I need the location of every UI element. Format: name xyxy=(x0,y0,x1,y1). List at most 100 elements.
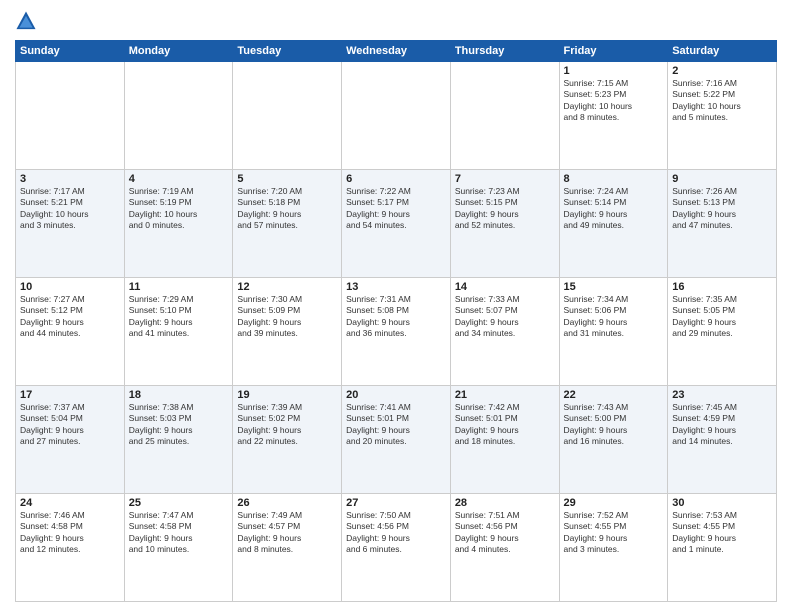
day-cell: 6Sunrise: 7:22 AM Sunset: 5:17 PM Daylig… xyxy=(342,170,451,278)
day-cell xyxy=(16,62,125,170)
day-info: Sunrise: 7:35 AM Sunset: 5:05 PM Dayligh… xyxy=(672,294,772,340)
day-number: 26 xyxy=(237,497,337,509)
day-cell: 18Sunrise: 7:38 AM Sunset: 5:03 PM Dayli… xyxy=(124,386,233,494)
day-cell: 12Sunrise: 7:30 AM Sunset: 5:09 PM Dayli… xyxy=(233,278,342,386)
day-info: Sunrise: 7:27 AM Sunset: 5:12 PM Dayligh… xyxy=(20,294,120,340)
day-cell: 2Sunrise: 7:16 AM Sunset: 5:22 PM Daylig… xyxy=(668,62,777,170)
calendar-table: SundayMondayTuesdayWednesdayThursdayFrid… xyxy=(15,40,777,602)
day-number: 22 xyxy=(564,389,664,401)
day-cell: 19Sunrise: 7:39 AM Sunset: 5:02 PM Dayli… xyxy=(233,386,342,494)
day-number: 25 xyxy=(129,497,229,509)
day-number: 19 xyxy=(237,389,337,401)
day-info: Sunrise: 7:33 AM Sunset: 5:07 PM Dayligh… xyxy=(455,294,555,340)
day-cell: 10Sunrise: 7:27 AM Sunset: 5:12 PM Dayli… xyxy=(16,278,125,386)
day-cell: 27Sunrise: 7:50 AM Sunset: 4:56 PM Dayli… xyxy=(342,494,451,602)
day-number: 20 xyxy=(346,389,446,401)
weekday-header-wednesday: Wednesday xyxy=(342,41,451,62)
week-row-3: 10Sunrise: 7:27 AM Sunset: 5:12 PM Dayli… xyxy=(16,278,777,386)
day-number: 8 xyxy=(564,173,664,185)
logo-icon xyxy=(15,10,37,32)
day-cell xyxy=(233,62,342,170)
day-number: 16 xyxy=(672,281,772,293)
day-info: Sunrise: 7:23 AM Sunset: 5:15 PM Dayligh… xyxy=(455,186,555,232)
day-cell: 20Sunrise: 7:41 AM Sunset: 5:01 PM Dayli… xyxy=(342,386,451,494)
day-cell xyxy=(342,62,451,170)
day-cell: 1Sunrise: 7:15 AM Sunset: 5:23 PM Daylig… xyxy=(559,62,668,170)
day-cell: 8Sunrise: 7:24 AM Sunset: 5:14 PM Daylig… xyxy=(559,170,668,278)
day-cell: 26Sunrise: 7:49 AM Sunset: 4:57 PM Dayli… xyxy=(233,494,342,602)
day-cell: 13Sunrise: 7:31 AM Sunset: 5:08 PM Dayli… xyxy=(342,278,451,386)
day-number: 7 xyxy=(455,173,555,185)
day-number: 17 xyxy=(20,389,120,401)
day-info: Sunrise: 7:30 AM Sunset: 5:09 PM Dayligh… xyxy=(237,294,337,340)
day-number: 4 xyxy=(129,173,229,185)
day-cell: 5Sunrise: 7:20 AM Sunset: 5:18 PM Daylig… xyxy=(233,170,342,278)
day-cell: 30Sunrise: 7:53 AM Sunset: 4:55 PM Dayli… xyxy=(668,494,777,602)
week-row-5: 24Sunrise: 7:46 AM Sunset: 4:58 PM Dayli… xyxy=(16,494,777,602)
day-info: Sunrise: 7:17 AM Sunset: 5:21 PM Dayligh… xyxy=(20,186,120,232)
day-cell: 22Sunrise: 7:43 AM Sunset: 5:00 PM Dayli… xyxy=(559,386,668,494)
day-cell: 7Sunrise: 7:23 AM Sunset: 5:15 PM Daylig… xyxy=(450,170,559,278)
day-info: Sunrise: 7:45 AM Sunset: 4:59 PM Dayligh… xyxy=(672,402,772,448)
logo xyxy=(15,10,39,32)
day-info: Sunrise: 7:49 AM Sunset: 4:57 PM Dayligh… xyxy=(237,510,337,556)
day-info: Sunrise: 7:52 AM Sunset: 4:55 PM Dayligh… xyxy=(564,510,664,556)
day-cell: 29Sunrise: 7:52 AM Sunset: 4:55 PM Dayli… xyxy=(559,494,668,602)
day-info: Sunrise: 7:51 AM Sunset: 4:56 PM Dayligh… xyxy=(455,510,555,556)
day-info: Sunrise: 7:15 AM Sunset: 5:23 PM Dayligh… xyxy=(564,78,664,124)
day-cell: 15Sunrise: 7:34 AM Sunset: 5:06 PM Dayli… xyxy=(559,278,668,386)
day-info: Sunrise: 7:16 AM Sunset: 5:22 PM Dayligh… xyxy=(672,78,772,124)
day-cell: 3Sunrise: 7:17 AM Sunset: 5:21 PM Daylig… xyxy=(16,170,125,278)
day-info: Sunrise: 7:24 AM Sunset: 5:14 PM Dayligh… xyxy=(564,186,664,232)
day-number: 29 xyxy=(564,497,664,509)
day-cell: 4Sunrise: 7:19 AM Sunset: 5:19 PM Daylig… xyxy=(124,170,233,278)
day-cell xyxy=(450,62,559,170)
day-cell: 28Sunrise: 7:51 AM Sunset: 4:56 PM Dayli… xyxy=(450,494,559,602)
day-number: 9 xyxy=(672,173,772,185)
weekday-header-sunday: Sunday xyxy=(16,41,125,62)
day-number: 1 xyxy=(564,65,664,77)
weekday-header-row: SundayMondayTuesdayWednesdayThursdayFrid… xyxy=(16,41,777,62)
day-info: Sunrise: 7:42 AM Sunset: 5:01 PM Dayligh… xyxy=(455,402,555,448)
weekday-header-thursday: Thursday xyxy=(450,41,559,62)
day-info: Sunrise: 7:41 AM Sunset: 5:01 PM Dayligh… xyxy=(346,402,446,448)
day-number: 5 xyxy=(237,173,337,185)
day-info: Sunrise: 7:38 AM Sunset: 5:03 PM Dayligh… xyxy=(129,402,229,448)
week-row-1: 1Sunrise: 7:15 AM Sunset: 5:23 PM Daylig… xyxy=(16,62,777,170)
day-number: 13 xyxy=(346,281,446,293)
day-number: 30 xyxy=(672,497,772,509)
day-number: 10 xyxy=(20,281,120,293)
weekday-header-saturday: Saturday xyxy=(668,41,777,62)
day-info: Sunrise: 7:43 AM Sunset: 5:00 PM Dayligh… xyxy=(564,402,664,448)
day-cell: 25Sunrise: 7:47 AM Sunset: 4:58 PM Dayli… xyxy=(124,494,233,602)
day-number: 18 xyxy=(129,389,229,401)
page: SundayMondayTuesdayWednesdayThursdayFrid… xyxy=(0,0,792,612)
day-info: Sunrise: 7:39 AM Sunset: 5:02 PM Dayligh… xyxy=(237,402,337,448)
day-number: 27 xyxy=(346,497,446,509)
day-info: Sunrise: 7:31 AM Sunset: 5:08 PM Dayligh… xyxy=(346,294,446,340)
day-info: Sunrise: 7:47 AM Sunset: 4:58 PM Dayligh… xyxy=(129,510,229,556)
day-cell: 14Sunrise: 7:33 AM Sunset: 5:07 PM Dayli… xyxy=(450,278,559,386)
day-number: 28 xyxy=(455,497,555,509)
day-number: 2 xyxy=(672,65,772,77)
day-cell: 17Sunrise: 7:37 AM Sunset: 5:04 PM Dayli… xyxy=(16,386,125,494)
day-info: Sunrise: 7:50 AM Sunset: 4:56 PM Dayligh… xyxy=(346,510,446,556)
day-info: Sunrise: 7:34 AM Sunset: 5:06 PM Dayligh… xyxy=(564,294,664,340)
day-number: 11 xyxy=(129,281,229,293)
day-info: Sunrise: 7:46 AM Sunset: 4:58 PM Dayligh… xyxy=(20,510,120,556)
header xyxy=(15,10,777,32)
day-number: 23 xyxy=(672,389,772,401)
day-number: 21 xyxy=(455,389,555,401)
day-number: 24 xyxy=(20,497,120,509)
day-info: Sunrise: 7:19 AM Sunset: 5:19 PM Dayligh… xyxy=(129,186,229,232)
weekday-header-friday: Friday xyxy=(559,41,668,62)
day-number: 15 xyxy=(564,281,664,293)
day-cell: 16Sunrise: 7:35 AM Sunset: 5:05 PM Dayli… xyxy=(668,278,777,386)
day-cell: 11Sunrise: 7:29 AM Sunset: 5:10 PM Dayli… xyxy=(124,278,233,386)
day-number: 3 xyxy=(20,173,120,185)
day-number: 14 xyxy=(455,281,555,293)
day-cell: 9Sunrise: 7:26 AM Sunset: 5:13 PM Daylig… xyxy=(668,170,777,278)
week-row-4: 17Sunrise: 7:37 AM Sunset: 5:04 PM Dayli… xyxy=(16,386,777,494)
week-row-2: 3Sunrise: 7:17 AM Sunset: 5:21 PM Daylig… xyxy=(16,170,777,278)
day-cell xyxy=(124,62,233,170)
